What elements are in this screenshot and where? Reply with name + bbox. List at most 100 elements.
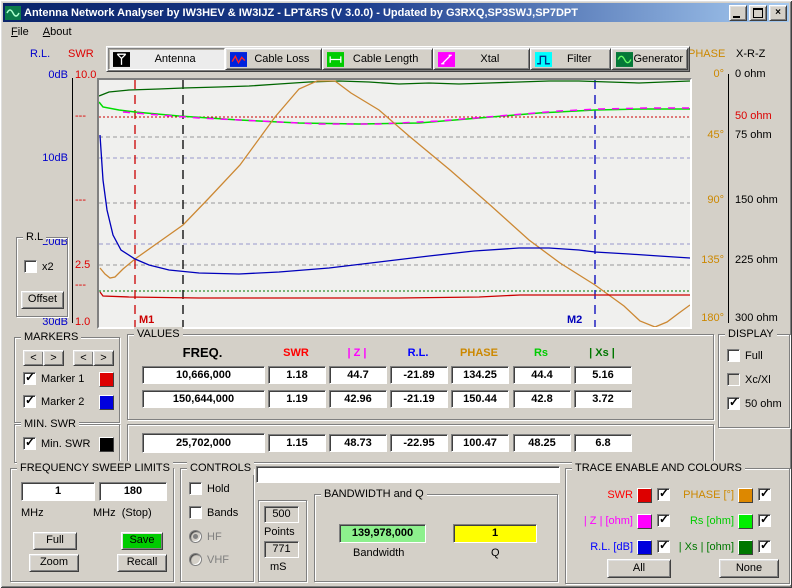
q-value: 1 [453, 524, 537, 543]
trace-xs-checkbox[interactable] [758, 540, 771, 553]
trace-swr-swatch[interactable] [637, 488, 652, 503]
marker2-prev-button[interactable]: < [73, 350, 94, 366]
trace-rl-swatch[interactable] [637, 540, 652, 555]
trace-Xs [99, 81, 690, 96]
m2-xs-value: 3.72 [574, 390, 632, 408]
swr-axis-title: SWR [68, 48, 94, 60]
trace-PHASE [100, 81, 690, 327]
xcxl-checkbox [727, 373, 740, 386]
vhf-radio [189, 553, 202, 566]
min-swr-label: Min. SWR [41, 438, 91, 450]
sweep-start-input[interactable]: 1 [21, 482, 95, 501]
marker1-checkbox[interactable] [23, 372, 36, 385]
recall-button[interactable]: Recall [117, 554, 167, 572]
close-button[interactable]: × [769, 5, 787, 21]
tab-antenna[interactable]: Antenna [108, 48, 225, 70]
tab-xtal-label: Xtal [455, 53, 525, 65]
close-icon: × [775, 8, 781, 18]
marker2-color-swatch[interactable] [99, 395, 114, 410]
vhf-label: VHF [207, 554, 229, 566]
x2-checkbox[interactable] [24, 260, 37, 273]
tab-strip: Antenna Cable Loss Cable Length Xtal Fil… [106, 46, 690, 72]
min-swr-color-swatch[interactable] [99, 437, 114, 452]
header-rs: Rs [513, 347, 569, 359]
tab-cable-length[interactable]: Cable Length [322, 48, 433, 70]
controls-groupbox: CONTROLS Hold Bands HF VHF [180, 468, 254, 582]
tab-filter[interactable]: Filter [530, 48, 611, 70]
marker2-checkbox[interactable] [23, 395, 36, 408]
xtal-icon [438, 52, 455, 67]
tab-generator[interactable]: Generator [611, 48, 688, 70]
chart-plot-area[interactable]: M1M2 [97, 78, 692, 329]
trace-xs-swatch[interactable] [738, 540, 753, 555]
menu-file[interactable]: File [5, 24, 35, 40]
maximize-icon [753, 8, 763, 18]
full-sweep-button[interactable]: Full [33, 532, 77, 550]
points-value: 500 [264, 506, 299, 523]
minimize-icon [733, 16, 740, 18]
svg-text:M2: M2 [567, 314, 582, 326]
all-traces-button[interactable]: All [607, 559, 671, 578]
trace-phase-swatch[interactable] [738, 488, 753, 503]
trace-rl-label: R.L. [dB] [566, 541, 633, 553]
xrz-axis-title: X-R-Z [736, 48, 765, 60]
m2-rl-value: -21.19 [390, 390, 448, 408]
bands-label: Bands [207, 507, 238, 519]
display-title: DISPLAY [725, 327, 777, 341]
minswr-swr-value: 1.15 [268, 434, 326, 452]
left-axis-tick-rl: 10dB [24, 152, 68, 164]
trace-z-swatch[interactable] [637, 514, 652, 529]
hold-checkbox[interactable] [189, 482, 202, 495]
left-axis-tick-swr: --- [75, 279, 99, 291]
minswr-freq-value: 25,702,000 [142, 433, 265, 453]
right-axis-tick-ohm: 225 ohm [735, 254, 787, 266]
window-title: Antenna Network Analyser by IW3HEV & IW3… [24, 7, 727, 19]
command-field[interactable] [256, 466, 560, 483]
m2-swr-value: 1.19 [268, 390, 326, 408]
hf-label: HF [207, 531, 222, 543]
trace-phase-label: PHASE [°] [669, 489, 734, 501]
title-bar[interactable]: Antenna Network Analyser by IW3HEV & IW3… [3, 3, 789, 22]
right-axis-tick-ohm: 150 ohm [735, 194, 787, 206]
offset-button[interactable]: Offset [21, 291, 64, 309]
tab-filter-label: Filter [552, 53, 606, 65]
header-rl: R.L. [390, 347, 446, 359]
trace-rs-label: Rs [ohm] [669, 515, 734, 527]
save-button[interactable]: Save [121, 532, 163, 550]
marker1-prev-button[interactable]: < [23, 350, 44, 366]
bands-checkbox[interactable] [189, 506, 202, 519]
left-axis-tick-swr: 1.0 [75, 316, 99, 328]
tab-generator-label: Generator [633, 53, 683, 65]
trace-Rs [99, 102, 690, 124]
controls-title: CONTROLS [187, 461, 254, 475]
minswr-rl-value: -22.95 [390, 434, 448, 452]
sweep-stop-input[interactable]: 180 [99, 482, 167, 501]
right-axis-tick-ohm: 50 ohm [735, 110, 787, 122]
marker1-next-button[interactable]: > [43, 350, 64, 366]
header-xs: | Xs | [574, 347, 630, 359]
traces-plot: M1M2 [99, 80, 690, 327]
trace-phase-checkbox[interactable] [758, 488, 771, 501]
tab-cable-loss[interactable]: Cable Loss [225, 48, 321, 70]
fifty-ohm-checkbox[interactable] [727, 397, 740, 410]
no-traces-button[interactable]: None [719, 559, 779, 578]
menu-about[interactable]: About [37, 24, 78, 40]
trace-rs-swatch[interactable] [738, 514, 753, 529]
marker2-next-button[interactable]: > [93, 350, 114, 366]
phase-axis-title: PHASE [688, 48, 725, 60]
tab-xtal[interactable]: Xtal [433, 48, 530, 70]
marker1-color-swatch[interactable] [99, 372, 114, 387]
trace-rs-checkbox[interactable] [758, 514, 771, 527]
m1-rl-value: -21.89 [390, 366, 448, 384]
trace-R.L. [100, 135, 690, 274]
zoom-button[interactable]: Zoom [29, 554, 79, 572]
min-swr-checkbox[interactable] [23, 437, 36, 450]
right-axis-tick-ohm: 0 ohm [735, 68, 787, 80]
rl-groupbox-title: R.L [23, 230, 46, 244]
minimize-button[interactable] [729, 5, 747, 21]
m2-phase-value: 150.44 [451, 390, 509, 408]
m1-swr-value: 1.18 [268, 366, 326, 384]
maximize-button[interactable] [749, 5, 767, 21]
full-checkbox[interactable] [727, 349, 740, 362]
display-groupbox: DISPLAY Full Xc/Xl 50 ohm [718, 334, 790, 428]
